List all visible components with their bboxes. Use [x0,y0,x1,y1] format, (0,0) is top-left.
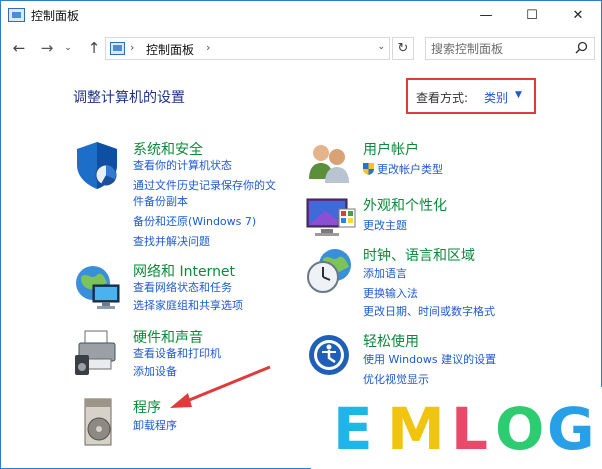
dropdown-caret-icon[interactable]: ▼ [515,90,522,100]
control-panel-icon [110,42,125,55]
link-view-computer-status[interactable]: 查看你的计算机状态 [133,159,232,173]
breadcrumb-chevron-icon[interactable]: › [206,41,210,54]
view-by-selector[interactable]: 查看方式: 类别 ▼ [406,78,536,114]
recent-locations-button[interactable]: ⌄ [61,38,75,58]
watermark-letter-o: O [495,395,545,463]
view-by-label: 查看方式: [416,91,469,105]
link-file-history-cont[interactable]: 件备份副本 [133,195,188,209]
view-by-value[interactable]: 类别 [484,89,508,106]
breadcrumb-chevron-icon[interactable]: › [130,41,134,54]
category-title[interactable]: 时钟、语言和区域 [363,245,475,265]
window-title: 控制面板 [31,9,80,23]
navigation-bar: ← → ⌄ ↑ › 控制面板 › ⌄ ↻ [1,31,601,65]
search-icon[interactable] [575,41,588,54]
watermark-letter-e: E [333,395,373,463]
page-title: 调整计算机的设置 [73,90,185,106]
link-uninstall-program[interactable]: 卸载程序 [133,419,177,433]
title-bar: 控制面板 — ☐ ✕ [1,1,601,30]
address-bar[interactable]: › 控制面板 › ⌄ [105,37,390,60]
printer-speaker-icon [75,330,116,375]
emlog-watermark: E M L O G [311,387,602,469]
link-text[interactable]: 更改帐户类型 [377,163,443,176]
maximize-button[interactable]: ☐ [509,1,555,30]
category-title[interactable]: 系统和安全 [133,139,203,159]
link-change-date-time-format[interactable]: 更改日期、时间或数字格式 [363,305,495,319]
ease-of-access-icon [309,335,349,375]
minimize-button[interactable]: — [463,1,509,30]
close-button[interactable]: ✕ [555,1,601,30]
back-button[interactable]: ← [9,38,29,58]
category-title[interactable]: 程序 [133,397,161,417]
link-change-input-method[interactable]: 更换输入法 [363,287,418,301]
refresh-button[interactable]: ↻ [392,37,414,60]
link-backup-restore[interactable]: 备份和还原(Windows 7) [133,215,256,229]
category-title[interactable]: 外观和个性化 [363,195,447,215]
up-button[interactable]: ↑ [84,38,104,58]
link-windows-recommended-settings[interactable]: 使用 Windows 建议的设置 [363,353,496,367]
watermark-letter-l: L [451,395,488,463]
search-box[interactable] [425,37,595,60]
control-panel-icon [8,8,25,22]
link-network-status[interactable]: 查看网络状态和任务 [133,281,232,295]
watermark-letter-m: M [387,395,445,463]
monitor-palette-icon [306,198,356,236]
link-file-history[interactable]: 通过文件历史记录保存你的文 [133,179,276,193]
control-panel-window: 控制面板 — ☐ ✕ ← → ⌄ ↑ › 控制面板 › ⌄ ↻ 调整计算机的设置… [0,0,602,469]
users-icon [309,145,349,183]
category-title[interactable]: 硬件和声音 [133,327,203,347]
link-change-theme[interactable]: 更改主题 [363,219,407,233]
category-title[interactable]: 网络和 Internet [133,261,235,281]
shield-chart-icon [77,142,117,189]
forward-button[interactable]: → [37,38,57,58]
search-input[interactable] [426,38,571,59]
uac-shield-icon [363,163,374,175]
address-dropdown-icon[interactable]: ⌄ [377,42,385,52]
watermark-letter-g: G [547,395,595,463]
breadcrumb-control-panel[interactable]: 控制面板 [146,41,194,58]
link-add-language[interactable]: 添加语言 [363,267,407,281]
link-homegroup[interactable]: 选择家庭组和共享选项 [133,299,243,313]
category-title[interactable]: 轻松使用 [363,331,419,351]
link-troubleshoot[interactable]: 查找并解决问题 [133,235,210,249]
link-change-account-type[interactable]: 更改帐户类型 [363,163,443,177]
link-optimize-visual-display[interactable]: 优化视觉显示 [363,373,429,387]
programs-disc-icon [84,398,112,446]
link-devices-printers[interactable]: 查看设备和打印机 [133,347,221,361]
clock-globe-icon [307,249,351,293]
globe-network-icon [76,266,120,309]
category-title[interactable]: 用户帐户 [363,139,419,159]
annotation-arrow-icon [170,365,271,408]
